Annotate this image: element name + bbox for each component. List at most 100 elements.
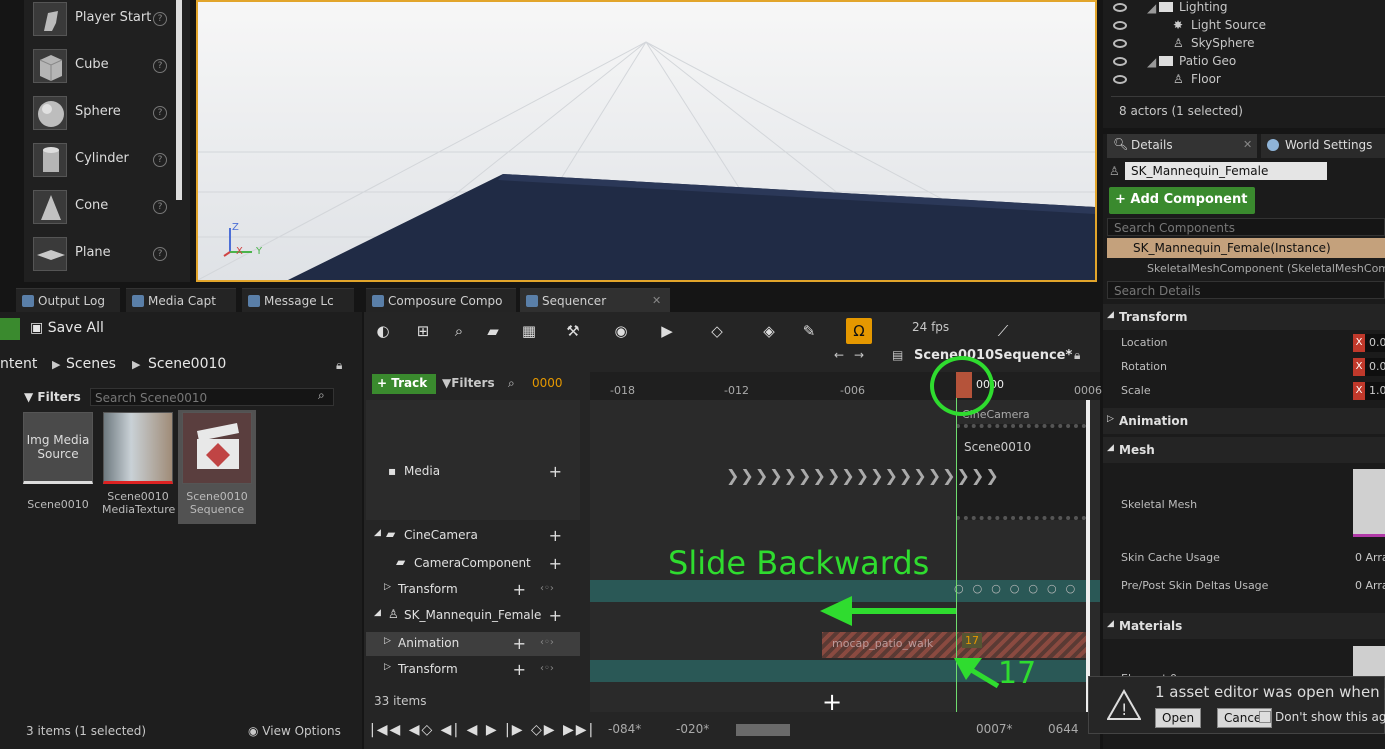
clapper-icon[interactable]: ▦ (516, 318, 542, 344)
location-label[interactable]: Location (1121, 336, 1168, 349)
lock-icon[interactable]: 🔒︎ (1074, 348, 1080, 363)
tab-sequencer[interactable]: Sequencer ✕ (520, 288, 670, 312)
brush-icon[interactable]: ✎ (796, 318, 822, 344)
component-row[interactable]: SkeletalMeshComponent (SkeletalMeshComp (1107, 262, 1385, 274)
place-item-sphere[interactable]: Sphere ? (30, 94, 172, 138)
asset-sequence[interactable]: Scene0010 Sequence (178, 410, 256, 524)
scrollbar[interactable] (176, 0, 182, 200)
nav-forward-icon[interactable]: → (854, 348, 864, 362)
add-icon[interactable]: + (513, 634, 526, 653)
add-icon[interactable]: + (549, 554, 562, 573)
save-all-button[interactable]: ▣ Save All (30, 320, 104, 336)
scale-x-field[interactable]: 1.0 (1353, 382, 1385, 400)
visibility-eye-icon[interactable] (1113, 57, 1127, 66)
track-media[interactable]: ▪ Media + (366, 460, 580, 484)
nav-back-icon[interactable]: ← (834, 348, 844, 362)
track-camera-component[interactable]: ▰ CameraComponent + (366, 552, 580, 576)
search-details-input[interactable]: Search Details (1107, 281, 1385, 299)
place-item-plane[interactable]: Plane ? (30, 235, 172, 279)
add-component-button[interactable]: + Add Component (1109, 187, 1255, 214)
key-icon[interactable]: ◇ (704, 318, 730, 344)
track-animation[interactable]: ▷ Animation + ‹◦› (366, 632, 580, 656)
tab-details[interactable]: 🔍︎ Details ✕ (1107, 134, 1257, 158)
section-materials[interactable]: ◢ Materials (1103, 613, 1385, 639)
view-end-field[interactable]: 0644 (1048, 722, 1079, 736)
help-icon[interactable]: ? (153, 153, 167, 167)
track-transform-2[interactable]: ▷ Transform + ‹◦› (366, 658, 580, 682)
world-icon[interactable]: ◐ (370, 318, 396, 344)
search-icon[interactable]: ⌕ (446, 318, 472, 344)
view-options-button[interactable]: ◉ View Options (248, 724, 341, 738)
section-animation[interactable]: ▷ Animation (1103, 408, 1385, 434)
place-item-cylinder[interactable]: Cylinder ? (30, 141, 172, 185)
outliner-row[interactable]: ♙ Floor (1103, 72, 1385, 90)
lock-icon[interactable]: 🔒︎ (336, 358, 342, 373)
outliner-row[interactable]: ♙ SkySphere (1103, 36, 1385, 54)
timeline-scrollbar[interactable] (736, 724, 790, 736)
breadcrumb-item[interactable]: Scene0010 (148, 356, 226, 372)
key-nav-icon[interactable]: ‹◦› (540, 663, 554, 674)
track-cinecamera[interactable]: ◢ ▰ CineCamera + (366, 524, 580, 548)
collapse-arrow-icon[interactable]: ◢ (1147, 55, 1156, 69)
asset-media-texture[interactable]: Scene0010 MediaTexture (102, 412, 175, 522)
place-item-cube[interactable]: Cube ? (30, 47, 172, 91)
scale-label[interactable]: Scale (1121, 384, 1151, 397)
close-icon[interactable]: ✕ (652, 294, 661, 307)
help-icon[interactable]: ? (153, 247, 167, 261)
section-mesh[interactable]: ◢ Mesh (1103, 437, 1385, 463)
close-icon[interactable]: ✕ (1243, 138, 1252, 151)
outliner-row[interactable]: ◢ Patio Geo (1103, 54, 1385, 72)
component-instance-row[interactable]: SK_Mannequin_Female(Instance) (1107, 238, 1385, 258)
help-icon[interactable]: ? (153, 106, 167, 120)
breadcrumb-item[interactable]: ntent (0, 356, 37, 372)
location-x-field[interactable]: 0.0 (1353, 334, 1385, 352)
play-icon[interactable]: ▶ (654, 318, 680, 344)
key-nav-icon[interactable]: ‹◦› (540, 637, 554, 648)
section-transform[interactable]: ◢ Transform (1103, 304, 1385, 330)
search-icon[interactable]: ⌕ (508, 376, 515, 391)
camera-icon[interactable]: ▰ (480, 318, 506, 344)
open-button[interactable]: Open (1155, 708, 1202, 728)
add-icon[interactable]: + (549, 526, 562, 545)
help-icon[interactable]: ? (153, 200, 167, 214)
outliner-row[interactable]: ◢ Lighting (1103, 0, 1385, 18)
track-sk-mannequin[interactable]: ◢ ♙ SK_Mannequin_Female + (366, 604, 580, 628)
track-transform[interactable]: ▷ Transform + ‹◦› (366, 578, 580, 602)
breadcrumb-item[interactable]: Scenes (66, 356, 116, 372)
rotation-x-field[interactable]: 0.0 (1353, 358, 1385, 376)
add-icon[interactable]: + (513, 660, 526, 679)
curve-editor-icon[interactable]: ⟋ (990, 318, 1016, 344)
collapse-arrow-icon[interactable]: ◢ (1147, 1, 1156, 15)
save-icon[interactable]: ⊞ (410, 318, 436, 344)
folder-icon[interactable]: ▤ (892, 348, 903, 362)
tab-output-log[interactable]: Output Log (16, 288, 120, 312)
rotation-label[interactable]: Rotation (1121, 360, 1167, 373)
eye-icon[interactable]: ◉ (608, 318, 634, 344)
skin-cache-value[interactable]: 0 Arra (1355, 551, 1385, 564)
place-item-cone[interactable]: Cone ? (30, 188, 172, 232)
actor-name-field[interactable]: SK_Mannequin_Female (1125, 162, 1327, 180)
add-icon[interactable]: + (549, 462, 562, 481)
asset-search-input[interactable]: Search Scene0010 (90, 388, 334, 406)
search-components-input[interactable]: Search Components (1107, 218, 1385, 236)
snap-icon[interactable]: Ω (846, 318, 872, 344)
filters-button[interactable]: ▼Filters (442, 376, 495, 390)
tab-composure[interactable]: Composure Compo (366, 288, 516, 312)
tab-message-log[interactable]: Message Lc (242, 288, 354, 312)
tab-media-capture[interactable]: Media Capt (126, 288, 236, 312)
transport-controls[interactable]: |◀◀ ◀◇ ◀| ◀ ▶ |▶ ◇▶ ▶▶| (370, 722, 595, 738)
filters-button[interactable]: ▼ Filters (24, 390, 81, 404)
outliner-row[interactable]: ✸ Light Source (1103, 18, 1385, 36)
visibility-eye-icon[interactable] (1113, 21, 1127, 30)
visibility-eye-icon[interactable] (1113, 75, 1127, 84)
help-icon[interactable]: ? (153, 12, 167, 26)
asset-img-media-source[interactable]: Img Media Source Scene0010 (22, 412, 94, 522)
visibility-eye-icon[interactable] (1113, 39, 1127, 48)
key-fill-icon[interactable]: ◈ (756, 318, 782, 344)
add-new-button[interactable] (0, 318, 20, 340)
view-start-field[interactable]: -084* (608, 722, 641, 736)
search-icon[interactable]: ⌕ (318, 388, 325, 403)
add-track-button[interactable]: + Track (372, 374, 436, 394)
add-icon[interactable]: + (549, 606, 562, 625)
tab-world-settings[interactable]: World Settings (1261, 134, 1385, 158)
